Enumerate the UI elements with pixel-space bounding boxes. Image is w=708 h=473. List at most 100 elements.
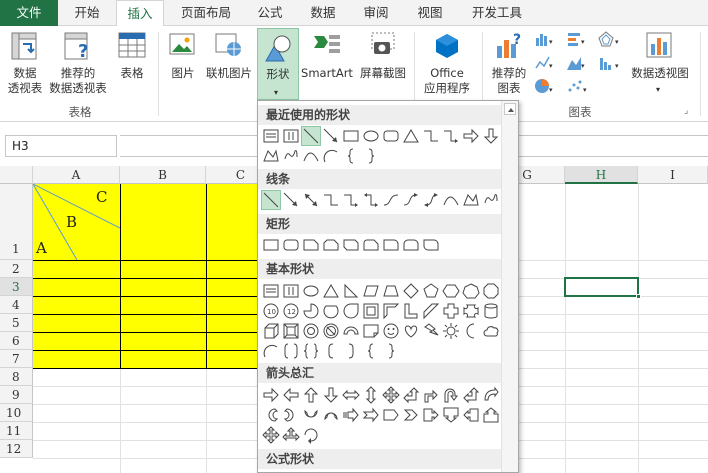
lbracket-shape-icon[interactable] bbox=[322, 342, 340, 360]
rect-shape-icon[interactable] bbox=[262, 236, 280, 254]
rightarrow-shape-icon[interactable] bbox=[262, 386, 280, 404]
curvedarrow-shape-icon[interactable] bbox=[482, 386, 500, 404]
elbow-shape-icon[interactable] bbox=[322, 191, 340, 209]
row-header-3[interactable]: 3 bbox=[0, 278, 33, 296]
ellipse-shape-icon[interactable] bbox=[302, 282, 320, 300]
curve-shape-icon[interactable] bbox=[442, 191, 460, 209]
heart-shape-icon[interactable] bbox=[402, 322, 420, 340]
leftuparrow-shape-icon[interactable] bbox=[462, 386, 480, 404]
column-header-a[interactable]: A bbox=[33, 166, 120, 184]
snip2-shape-icon[interactable] bbox=[322, 236, 340, 254]
pent-shape-icon[interactable] bbox=[422, 282, 440, 300]
rrect-shape-icon[interactable] bbox=[382, 127, 400, 145]
row-header-1[interactable]: 1 bbox=[0, 184, 33, 260]
downcallout-shape-icon[interactable] bbox=[442, 406, 460, 424]
upcurved-shape-icon[interactable] bbox=[302, 406, 320, 424]
rnddiag-shape-icon[interactable] bbox=[422, 236, 440, 254]
rightcurved-shape-icon[interactable] bbox=[282, 406, 300, 424]
stripedarrow-shape-icon[interactable] bbox=[342, 406, 360, 424]
textbox-shape-icon[interactable] bbox=[262, 282, 280, 300]
row-header-12[interactable]: 12 bbox=[0, 440, 33, 458]
vtextbox-shape-icon[interactable] bbox=[282, 127, 300, 145]
fill-handle[interactable] bbox=[636, 294, 641, 299]
downarrow-shape-icon[interactable] bbox=[322, 386, 340, 404]
row-header-10[interactable]: 10 bbox=[0, 404, 33, 422]
snipdiag-shape-icon[interactable] bbox=[342, 236, 360, 254]
tab-data[interactable]: 数据 bbox=[300, 0, 346, 26]
folded-shape-icon[interactable] bbox=[362, 322, 380, 340]
line-shape-icon[interactable] bbox=[261, 190, 281, 210]
row-header-8[interactable]: 8 bbox=[0, 368, 33, 386]
row-header-9[interactable]: 9 bbox=[0, 386, 33, 404]
scribble-shape-icon[interactable] bbox=[282, 147, 300, 165]
online-picture-button[interactable]: 联机图片 bbox=[202, 26, 256, 102]
rnd2-shape-icon[interactable] bbox=[402, 236, 420, 254]
bracketpair-shape-icon[interactable] bbox=[282, 342, 300, 360]
plaque-shape-icon[interactable] bbox=[462, 302, 480, 320]
quadarrow-shape-icon[interactable] bbox=[262, 426, 280, 444]
leftcurved-shape-icon[interactable] bbox=[262, 406, 280, 424]
tab-insert[interactable]: 插入 bbox=[116, 0, 164, 27]
tab-formulas[interactable]: 公式 bbox=[248, 0, 292, 26]
tab-file[interactable]: 文件 bbox=[0, 0, 58, 26]
rrect-shape-icon[interactable] bbox=[282, 236, 300, 254]
office-apps-button[interactable]: Office 应用程序 bbox=[418, 26, 476, 102]
freeform-shape-icon[interactable] bbox=[462, 191, 480, 209]
shapes-scrollbar[interactable] bbox=[501, 101, 518, 472]
lrarrow-shape-icon[interactable] bbox=[342, 386, 360, 404]
pivot-table-button[interactable]: 数据 透视表 bbox=[2, 26, 48, 102]
column-header-b[interactable]: B bbox=[120, 166, 206, 184]
row-header-2[interactable]: 2 bbox=[0, 260, 33, 278]
picture-button[interactable]: 图片 bbox=[164, 26, 202, 102]
line-shape-icon[interactable] bbox=[301, 126, 321, 146]
leftuparrow-shape-icon[interactable] bbox=[402, 386, 420, 404]
dec-shape-icon[interactable]: 10 bbox=[262, 302, 280, 320]
column-header-h[interactable]: H bbox=[565, 166, 638, 184]
leftcallout-shape-icon[interactable] bbox=[462, 406, 480, 424]
row-header-4[interactable]: 4 bbox=[0, 296, 33, 314]
name-box[interactable]: H3 bbox=[5, 135, 117, 157]
rect-shape-icon[interactable] bbox=[342, 127, 360, 145]
tab-review[interactable]: 审阅 bbox=[352, 0, 400, 26]
chord-shape-icon[interactable] bbox=[322, 302, 340, 320]
row-header-7[interactable]: 7 bbox=[0, 350, 33, 368]
tri-shape-icon[interactable] bbox=[402, 127, 420, 145]
downcurved-shape-icon[interactable] bbox=[322, 406, 340, 424]
vtextbox-shape-icon[interactable] bbox=[282, 282, 300, 300]
arrowline-shape-icon[interactable] bbox=[282, 191, 300, 209]
arc-shape-icon[interactable] bbox=[262, 342, 280, 360]
cross-shape-icon[interactable] bbox=[442, 302, 460, 320]
pivot-chart-button[interactable]: 数据透视图 ▾ bbox=[628, 26, 692, 102]
scribble-shape-icon[interactable] bbox=[482, 191, 500, 209]
textbox-shape-icon[interactable] bbox=[262, 127, 280, 145]
ellipse-shape-icon[interactable] bbox=[362, 127, 380, 145]
lshape-shape-icon[interactable] bbox=[402, 302, 420, 320]
uturn-shape-icon[interactable] bbox=[442, 386, 460, 404]
hex-shape-icon[interactable] bbox=[442, 282, 460, 300]
trap-shape-icon[interactable] bbox=[382, 282, 400, 300]
column-header-i[interactable]: I bbox=[638, 166, 708, 184]
leftarrow-shape-icon[interactable] bbox=[282, 386, 300, 404]
dblarrow-shape-icon[interactable] bbox=[302, 191, 320, 209]
curvedconndbl-shape-icon[interactable] bbox=[422, 191, 440, 209]
upcallout-shape-icon[interactable] bbox=[482, 406, 500, 424]
recommended-charts-button[interactable]: ? 推荐的 图表 bbox=[486, 26, 532, 102]
hept-shape-icon[interactable] bbox=[462, 282, 480, 300]
chevron-shape-icon[interactable] bbox=[402, 406, 420, 424]
elbow-shape-icon[interactable] bbox=[422, 127, 440, 145]
oct-shape-icon[interactable] bbox=[482, 282, 500, 300]
shapes-button[interactable]: 形状 ▾ bbox=[257, 28, 299, 100]
sun-shape-icon[interactable] bbox=[442, 322, 460, 340]
smiley-shape-icon[interactable] bbox=[382, 322, 400, 340]
tri-shape-icon[interactable] bbox=[322, 282, 340, 300]
arrowline-shape-icon[interactable] bbox=[322, 127, 340, 145]
lbrace-shape-icon[interactable] bbox=[342, 147, 360, 165]
blockarc-shape-icon[interactable] bbox=[342, 322, 360, 340]
tab-developer[interactable]: 开发工具 bbox=[462, 0, 532, 26]
rbrace-shape-icon[interactable] bbox=[362, 147, 380, 165]
rtri-shape-icon[interactable] bbox=[342, 282, 360, 300]
rightcallout-shape-icon[interactable] bbox=[422, 406, 440, 424]
rnd1-shape-icon[interactable] bbox=[382, 236, 400, 254]
screenshot-button[interactable]: 屏幕截图 bbox=[355, 26, 411, 102]
sniprnd-shape-icon[interactable] bbox=[362, 236, 380, 254]
